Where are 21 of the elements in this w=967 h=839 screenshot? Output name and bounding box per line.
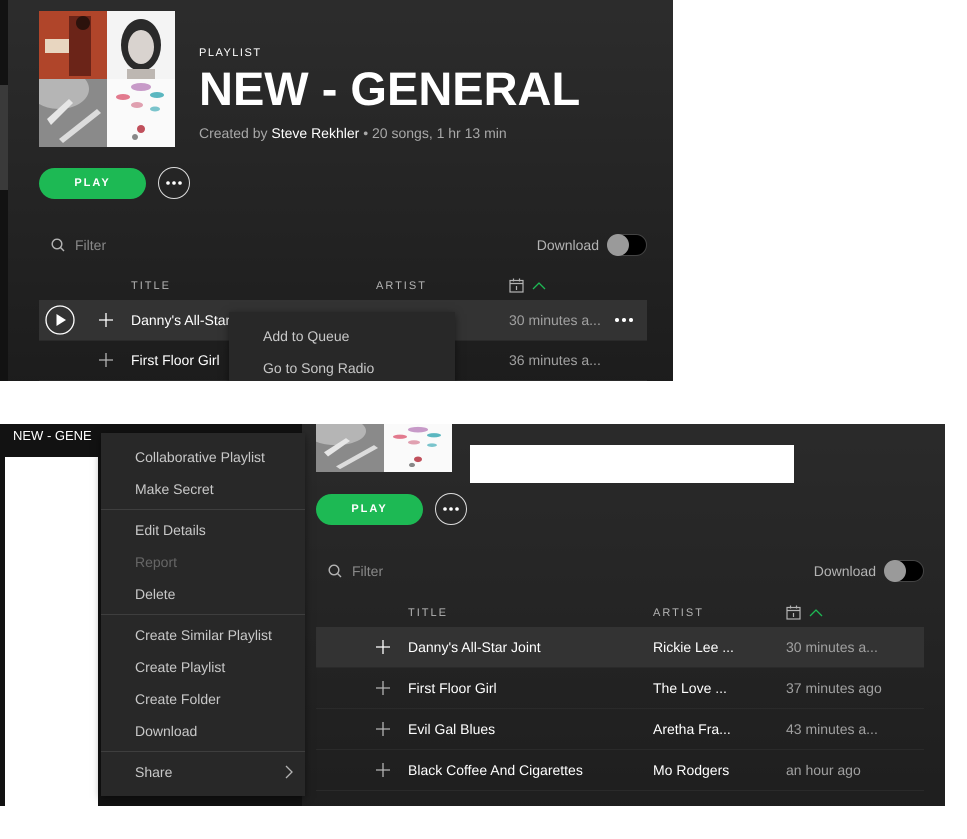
track-title: Danny's All-Star Joint <box>408 639 541 655</box>
download-label: Download <box>814 563 876 579</box>
track-title: Evil Gal Blues <box>408 721 496 737</box>
track-title: First Floor Girl <box>131 352 220 368</box>
playlist-title: NEW - GENERAL <box>199 63 580 115</box>
track-artist: Aretha Fra... <box>653 721 731 737</box>
track-artist: Mo Rodgers <box>653 762 730 778</box>
track-title: Black Coffee And Cigarettes <box>408 762 583 778</box>
track-artist: Rickie Lee ... <box>653 639 734 655</box>
date-added: 30 minutes a... <box>509 312 601 328</box>
date-added: an hour ago <box>786 762 861 778</box>
date-added: 43 minutes a... <box>786 721 878 737</box>
track-artist: The Love ... <box>653 680 727 696</box>
type-label: PLAYLIST <box>199 47 263 59</box>
playlist-meta: Created by Steve Rekhler • 20 songs, 1 hr 13 min <box>199 124 508 141</box>
track-title: Danny's All-Star <box>131 312 230 328</box>
download-label: Download <box>536 236 599 253</box>
track-title: First Floor Girl <box>408 680 497 696</box>
date-added: 37 minutes ago <box>786 680 882 696</box>
date-added: 36 minutes a... <box>509 352 601 368</box>
date-added: 30 minutes a... <box>786 639 878 655</box>
